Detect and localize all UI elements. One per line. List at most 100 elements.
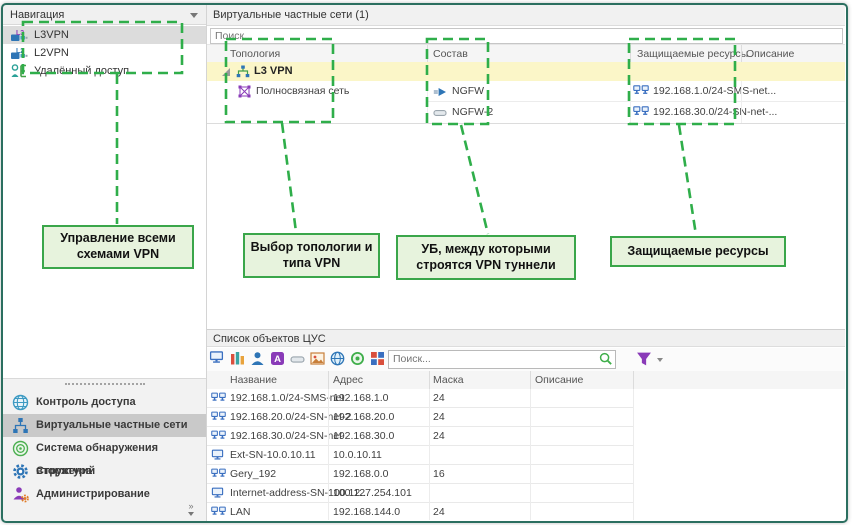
objects-search-box — [388, 350, 616, 369]
column-divider — [530, 389, 531, 520]
object-address: 192.168.144.0 — [333, 506, 401, 518]
annotation-line — [677, 124, 698, 236]
image-icon[interactable] — [310, 351, 327, 368]
network-icon — [633, 85, 649, 100]
column-divider — [741, 81, 742, 123]
gear-icon — [12, 463, 29, 480]
object-name: Gery_192 — [230, 468, 277, 480]
vpn-topology-row[interactable]: Полносвязная сеть NGFW NGFW-2 192.168.1.… — [207, 81, 845, 124]
sidebar-item-label: L3VPN — [34, 29, 69, 41]
object-row[interactable]: 192.168.1.0/24-SMS-net 192.168.1.0 24 — [207, 389, 633, 408]
letter-a-icon[interactable] — [270, 351, 287, 368]
expand-group-icon[interactable] — [222, 68, 230, 76]
object-row[interactable]: 192.168.30.0/24-SN-net 192.168.30.0 24 — [207, 427, 633, 446]
object-mask: 24 — [433, 506, 445, 518]
menu-item-label: Виртуальные частные сети — [36, 419, 188, 431]
menu-item-label: Структура — [36, 465, 92, 477]
column-header-mask[interactable]: Маска — [433, 371, 464, 389]
topology-label: Полносвязная сеть — [256, 85, 350, 97]
menu-item-label: Контроль доступа — [36, 396, 136, 408]
menu-item-access-control[interactable]: Контроль доступа — [3, 391, 206, 414]
object-row[interactable]: 192.168.20.0/24-SN-net-2 192.168.20.0 24 — [207, 408, 633, 427]
object-name: 192.168.30.0/24-SN-net — [230, 430, 343, 442]
l2vpn-icon: L2 — [10, 45, 28, 61]
objects-search-input[interactable] — [389, 351, 593, 366]
admin-icon — [12, 486, 29, 503]
object-mask: 24 — [433, 430, 445, 442]
menu-item-administration[interactable]: Администрирование — [3, 483, 206, 506]
resource-label: 192.168.30.0/24-SN-net-... — [653, 106, 778, 118]
column-divider — [429, 389, 430, 520]
search-icon[interactable] — [599, 352, 613, 366]
network-icon — [211, 411, 226, 423]
sidebar-item-l2vpn[interactable]: L2 L2VPN — [3, 44, 206, 62]
globe-icon[interactable] — [330, 351, 347, 368]
column-header-address[interactable]: Адрес — [333, 371, 363, 389]
l3vpn-topology-icon — [236, 65, 250, 78]
l2-badge: L2 — [16, 48, 25, 55]
object-address: 192.168.20.0 — [333, 411, 395, 423]
object-name: Ext-SN-10.0.10.11 — [230, 449, 316, 461]
arrow-device-icon — [433, 87, 447, 100]
columns-icon[interactable] — [230, 351, 247, 368]
column-divider — [633, 371, 634, 389]
object-mask: 24 — [433, 392, 445, 404]
network-icon — [211, 506, 226, 518]
column-divider — [427, 45, 428, 63]
column-divider — [630, 81, 631, 123]
object-row[interactable]: Internet-address-SN-100.12... 100.127.25… — [207, 484, 633, 503]
sidebar-splitter-handle[interactable] — [65, 383, 145, 385]
collapse-menu-button[interactable]: » — [188, 502, 194, 516]
object-address: 100.127.254.101 — [333, 487, 412, 499]
column-header-topology[interactable]: Топология — [230, 45, 280, 63]
object-address: 192.168.30.0 — [333, 430, 395, 442]
navigation-title: Навигация — [10, 9, 65, 21]
menu-item-structure[interactable]: Структура — [3, 460, 206, 483]
network-icon — [12, 417, 29, 434]
menu-item-label: Администрирование — [36, 488, 150, 500]
vpn-group-row[interactable]: L3 VPN — [207, 62, 845, 82]
menu-item-vpn[interactable]: Виртуальные частные сети — [3, 414, 206, 437]
sidebar-item-label: Удалённый доступ — [34, 65, 130, 77]
globe-icon — [12, 394, 29, 411]
column-header-members[interactable]: Состав — [433, 45, 468, 63]
annotation-line — [459, 124, 490, 235]
full-mesh-icon — [238, 85, 251, 101]
object-row[interactable]: Gery_192 192.168.0.0 16 — [207, 465, 633, 484]
network-icon — [211, 430, 226, 442]
sidebar-item-remote-access[interactable]: Удалённый доступ — [3, 62, 206, 80]
network-icon — [211, 392, 226, 404]
object-row[interactable]: Ext-SN-10.0.10.11 10.0.10.11 — [207, 446, 633, 465]
filter-icon[interactable] — [636, 351, 652, 367]
grid-icon[interactable] — [370, 351, 387, 368]
column-header-resources[interactable]: Защищаемые ресурсы — [637, 45, 748, 63]
dash-icon[interactable] — [290, 351, 307, 368]
l3-badge: L3 — [16, 30, 25, 37]
column-divider — [328, 371, 329, 389]
user-icon[interactable] — [250, 351, 267, 368]
monitor-icon[interactable] — [209, 351, 226, 368]
callout-tunnels: УБ, между которыми строятся VPN туннели — [396, 235, 576, 280]
column-divider — [427, 81, 428, 123]
column-header-description[interactable]: Описание — [535, 371, 583, 389]
resource-label: 192.168.1.0/24-SMS-net... — [653, 85, 777, 97]
objects-toolbar — [207, 348, 845, 372]
column-header-name[interactable]: Название — [230, 371, 277, 389]
objects-panel-title: Список объектов ЦУС — [213, 333, 326, 345]
vpn-search-input[interactable] — [211, 29, 842, 43]
object-row[interactable]: LAN 192.168.144.0 24 — [207, 503, 633, 522]
object-address: 10.0.10.11 — [333, 449, 382, 461]
object-name: LAN — [230, 506, 251, 518]
vpn-panel-title-bar: Виртуальные частные сети (1) — [207, 5, 845, 26]
filter-dropdown-icon[interactable] — [657, 358, 663, 362]
column-divider — [630, 45, 631, 63]
column-header-description[interactable]: Описание — [746, 45, 794, 63]
object-address: 192.168.1.0 — [333, 392, 389, 404]
sidebar-item-l3vpn[interactable]: L3 L3VPN — [3, 26, 206, 44]
page-title: Виртуальные частные сети (1) — [213, 9, 369, 21]
target-icon[interactable] — [350, 351, 367, 368]
collapse-panel-icon[interactable] — [190, 13, 198, 18]
menu-item-ids[interactable]: Система обнаружения вторжений — [3, 437, 206, 477]
l3vpn-icon: L3 — [10, 27, 28, 43]
column-divider — [633, 389, 634, 520]
